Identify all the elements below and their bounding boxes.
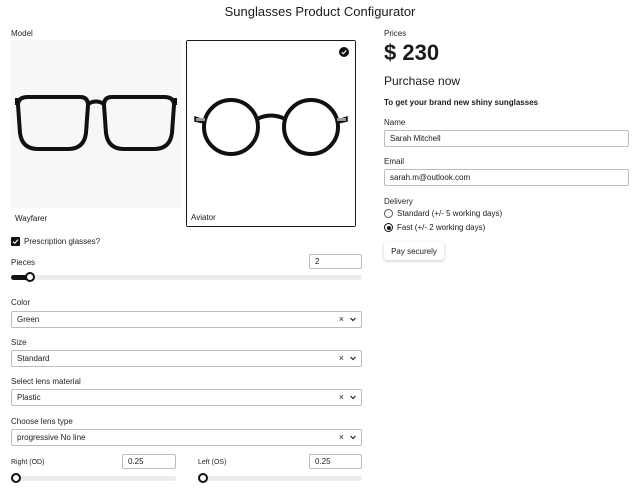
size-value: Standard <box>17 354 50 363</box>
pieces-slider-thumb[interactable] <box>25 272 35 282</box>
wayfarer-glasses-image <box>11 40 181 208</box>
clear-icon[interactable]: × <box>339 432 344 442</box>
chevron-down-icon[interactable] <box>348 432 358 442</box>
lens-type-label: Choose lens type <box>11 417 73 426</box>
size-label: Size <box>11 338 27 347</box>
chevron-down-icon[interactable] <box>348 353 358 363</box>
delivery-standard-radio[interactable] <box>384 209 393 218</box>
prescription-checkbox[interactable] <box>11 237 20 246</box>
pay-securely-button[interactable]: Pay securely <box>384 242 444 260</box>
clear-icon[interactable]: × <box>339 353 344 363</box>
email-field[interactable]: sarah.m@outlook.com <box>384 169 629 186</box>
price-value: $ 230 <box>384 40 440 65</box>
selected-check-icon <box>339 47 349 57</box>
model-label: Model <box>11 29 33 38</box>
model-name: Aviator <box>191 213 216 222</box>
lens-type-value: progressive No line <box>17 433 86 442</box>
model-option-wayfarer[interactable]: Wayfarer <box>11 40 181 227</box>
page-title: Sunglasses Product Configurator <box>224 4 416 19</box>
model-option-aviator[interactable]: Aviator <box>186 40 356 227</box>
prices-label: Prices <box>384 29 407 38</box>
purchase-subtitle: To get your brand new shiny sunglasses <box>384 98 539 107</box>
purchase-heading: Purchase now <box>384 74 461 88</box>
name-label: Name <box>384 118 406 127</box>
delivery-fast-label: Fast (+/- 2 working days) <box>397 223 486 232</box>
right-od-label: Right (OD) <box>11 459 45 466</box>
chevron-down-icon[interactable] <box>348 314 358 324</box>
pieces-label: Pieces <box>11 258 36 267</box>
aviator-glasses-image <box>187 41 355 209</box>
clear-icon[interactable]: × <box>339 314 344 324</box>
pieces-input[interactable]: 2 <box>309 254 362 269</box>
lens-material-select[interactable]: Plastic × <box>11 389 362 406</box>
color-select[interactable]: Green × <box>11 311 362 328</box>
left-os-label: Left (OS) <box>198 459 227 466</box>
delivery-fast-radio[interactable] <box>384 223 393 232</box>
left-os-input[interactable]: 0.25 <box>309 454 362 469</box>
delivery-label: Delivery <box>384 197 413 206</box>
right-od-input[interactable]: 0.25 <box>122 454 176 469</box>
prescription-label: Prescription glasses? <box>24 237 101 246</box>
lens-material-value: Plastic <box>17 393 41 402</box>
clear-icon[interactable]: × <box>339 392 344 402</box>
check-icon <box>12 239 19 245</box>
right-od-slider[interactable] <box>11 473 176 483</box>
size-select[interactable]: Standard × <box>11 350 362 367</box>
left-os-slider[interactable] <box>198 473 362 483</box>
model-name: Wayfarer <box>15 214 48 223</box>
name-field[interactable]: Sarah Mitchell <box>384 130 629 147</box>
lens-type-select[interactable]: progressive No line × <box>11 429 362 446</box>
left-os-slider-thumb[interactable] <box>198 473 208 483</box>
right-od-slider-thumb[interactable] <box>11 473 21 483</box>
chevron-down-icon[interactable] <box>348 392 358 402</box>
email-label: Email <box>384 157 405 166</box>
pieces-slider[interactable] <box>11 272 362 282</box>
lens-material-label: Select lens material <box>11 377 81 386</box>
color-value: Green <box>17 315 40 324</box>
color-label: Color <box>11 298 31 307</box>
delivery-standard-label: Standard (+/- 5 working days) <box>397 209 503 218</box>
